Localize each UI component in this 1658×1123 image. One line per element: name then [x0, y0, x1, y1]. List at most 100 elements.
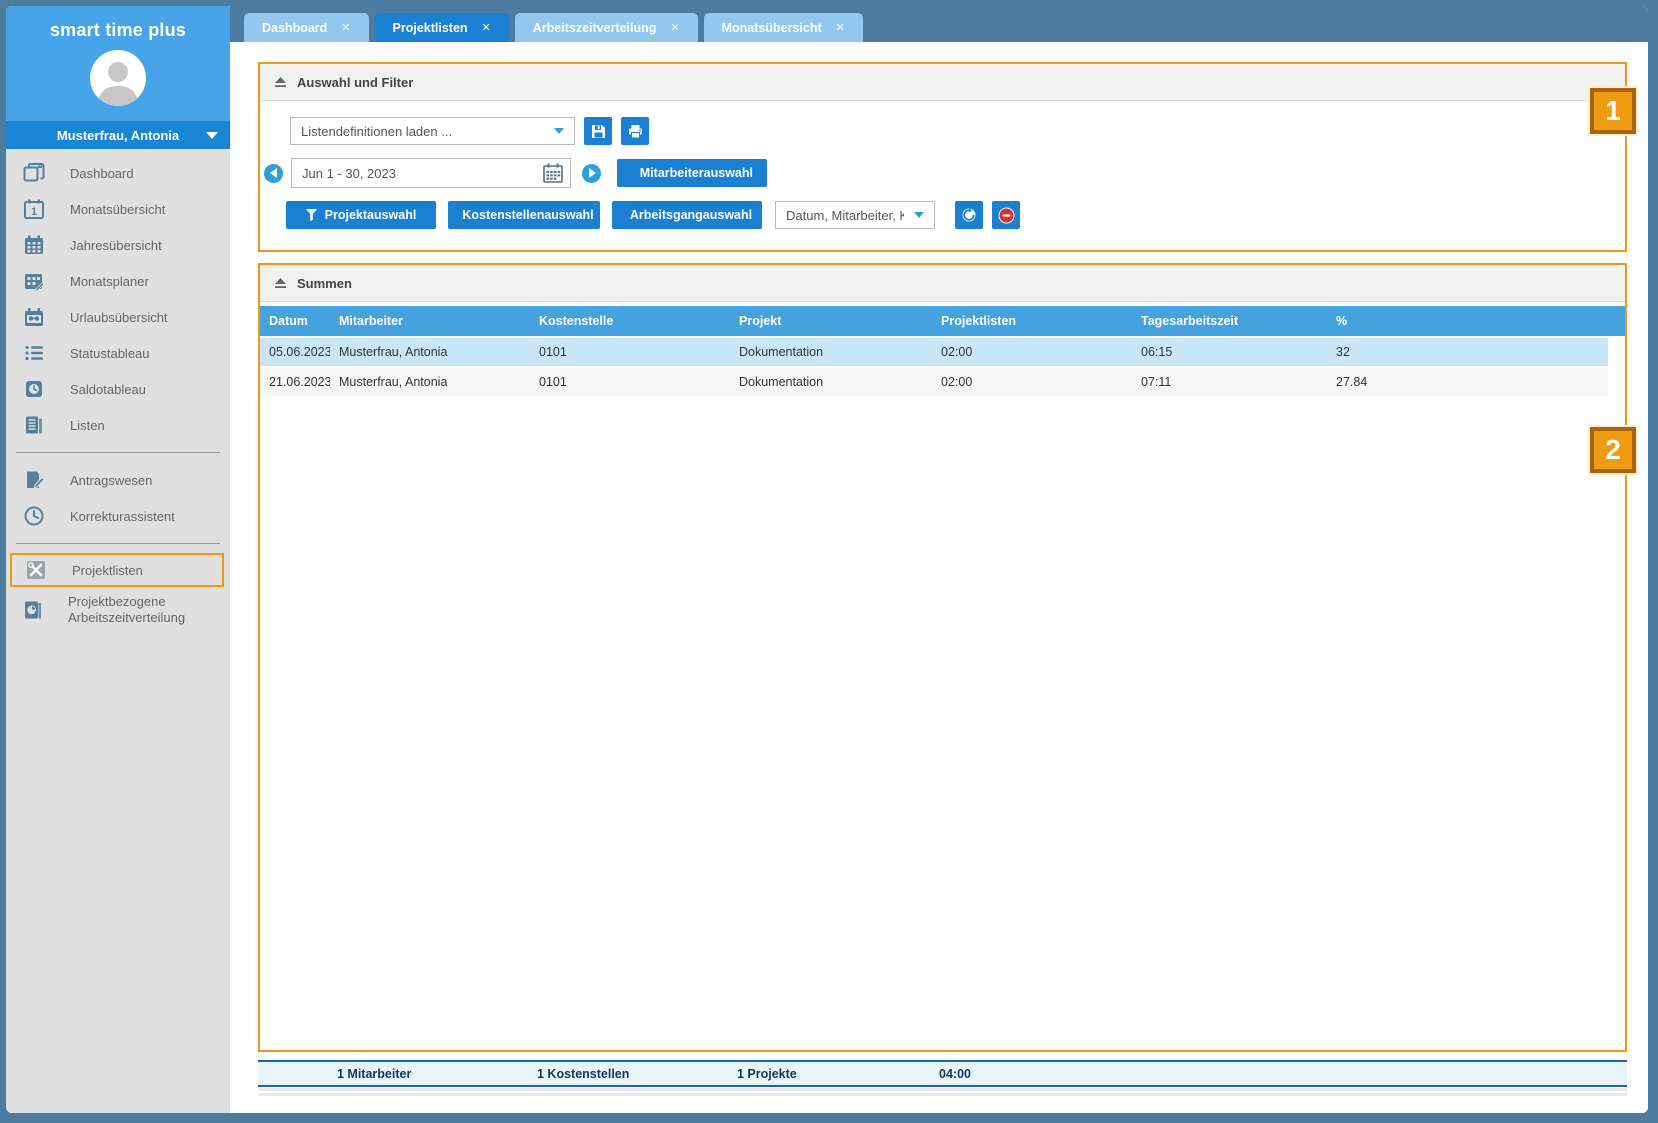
sort-select[interactable]: Datum, Mitarbeiter, K...	[775, 201, 935, 229]
sidebar-item-urlaubsuebersicht[interactable]: Urlaubsübersicht	[6, 299, 230, 335]
close-icon[interactable]: ✕	[341, 21, 350, 34]
chevron-down-icon	[914, 212, 924, 218]
svg-text:1: 1	[31, 206, 37, 218]
date-range-input[interactable]: Jun 1 - 30, 2023	[291, 158, 571, 188]
close-icon[interactable]: ✕	[670, 21, 679, 34]
column-header-projektlisten[interactable]: Projektlisten	[932, 314, 1132, 328]
sidebar-item-monatsuebersicht[interactable]: 1 Monatsübersicht	[6, 191, 230, 227]
calendar-icon[interactable]	[542, 162, 564, 184]
sidebar-item-listen[interactable]: Listen	[6, 407, 230, 443]
summary-projekte: 1 Projekte	[728, 1067, 930, 1081]
sidebar-item-korrekturassistent[interactable]: Korrekturassistent	[6, 498, 230, 534]
vacation-overview-icon	[22, 305, 46, 329]
tab-label: Arbeitszeitverteilung	[533, 21, 657, 35]
sidebar-item-label: Monatsübersicht	[70, 202, 165, 217]
user-menu[interactable]: Musterfrau, Antonia	[6, 121, 230, 149]
cell-percent: 27.84	[1327, 375, 1608, 389]
project-worktime-icon	[22, 598, 44, 622]
column-header-datum[interactable]: Datum	[260, 314, 330, 328]
requests-icon	[22, 468, 46, 492]
sidebar-item-statustableau[interactable]: Statustableau	[6, 335, 230, 371]
save-icon	[591, 124, 606, 139]
refresh-icon	[961, 207, 977, 223]
button-label: Projektauswahl	[325, 208, 417, 222]
print-button[interactable]	[621, 117, 649, 145]
sidebar-item-label: Antragswesen	[70, 473, 152, 488]
tab-dashboard[interactable]: Dashboard ✕	[244, 13, 369, 42]
refresh-button[interactable]	[955, 201, 983, 229]
kostenstellenauswahl-button[interactable]: Kostenstellenauswahl	[448, 201, 600, 229]
app-window: smart time plus Musterfrau, Antonia Dash…	[6, 6, 1648, 1113]
listendefinitionen-select[interactable]: Listendefinitionen laden ...	[290, 117, 575, 145]
year-overview-icon	[22, 233, 46, 257]
summen-panel: Summen Datum Mitarbeiter Kostenstelle Pr…	[258, 263, 1627, 1052]
close-icon[interactable]: ✕	[836, 21, 845, 34]
sidebar-item-label: Listen	[70, 418, 105, 433]
sidebar-item-label: Korrekturassistent	[70, 509, 175, 524]
arrow-left-icon	[270, 168, 277, 178]
main-area: Dashboard ✕ Projektlisten ✕ Arbeitszeitv…	[230, 6, 1648, 1113]
tab-bar: Dashboard ✕ Projektlisten ✕ Arbeitszeitv…	[230, 6, 1648, 42]
sidebar-item-antragswesen[interactable]: Antragswesen	[6, 462, 230, 498]
sidebar-item-projektlisten[interactable]: Projektlisten	[10, 553, 224, 587]
month-overview-icon: 1	[22, 197, 46, 221]
cell-kostenstelle: 0101	[530, 345, 730, 359]
table-row[interactable]: 05.06.2023 Musterfrau, Antonia 0101 Doku…	[260, 338, 1608, 366]
arrow-right-icon	[589, 168, 596, 178]
filter-icon	[306, 209, 317, 221]
summary-total-time: 04:00	[930, 1067, 1130, 1081]
summary-kostenstellen: 1 Kostenstellen	[528, 1067, 728, 1081]
tab-projektlisten[interactable]: Projektlisten ✕	[375, 13, 509, 42]
cell-projektlisten: 02:00	[932, 345, 1132, 359]
summen-panel-header[interactable]: Summen	[260, 265, 1625, 302]
table-row[interactable]: 21.06.2023 Musterfrau, Antonia 0101 Doku…	[260, 368, 1608, 396]
sidebar-item-label: Saldotableau	[70, 382, 146, 397]
tab-monatsuebersicht[interactable]: Monatsübersicht ✕	[704, 13, 863, 42]
correction-assistant-icon	[22, 504, 46, 528]
sidebar-item-monatsplaner[interactable]: Monatsplaner	[6, 263, 230, 299]
sidebar-item-label: Dashboard	[70, 166, 134, 181]
sidebar-divider	[16, 543, 220, 544]
sidebar-item-projektbezogene-arbeitszeitverteilung[interactable]: Projektbezogene Arbeitszeitverteilung	[6, 587, 230, 633]
close-icon[interactable]: ✕	[482, 21, 491, 34]
print-icon	[628, 124, 643, 139]
column-header-mitarbeiter[interactable]: Mitarbeiter	[330, 314, 530, 328]
collapse-icon[interactable]	[274, 77, 287, 88]
arbeitsgangauswahl-button[interactable]: Arbeitsgangauswahl	[612, 201, 762, 229]
annotation-badge-2: 2	[1590, 427, 1636, 473]
sidebar-item-label: Jahresübersicht	[70, 238, 162, 253]
annotation-badge-1: 1	[1590, 88, 1636, 134]
sidebar-header: smart time plus	[6, 6, 230, 121]
sidebar-item-label: Statustableau	[70, 346, 150, 361]
mitarbeiterauswahl-button[interactable]: Mitarbeiterauswahl	[617, 159, 767, 187]
cell-datum: 21.06.2023	[260, 375, 330, 389]
column-header-projekt[interactable]: Projekt	[730, 314, 932, 328]
button-label: Arbeitsgangauswahl	[630, 208, 752, 222]
column-header-percent[interactable]: %	[1327, 314, 1625, 328]
summen-table: Datum Mitarbeiter Kostenstelle Projekt P…	[260, 302, 1625, 396]
projektauswahl-button[interactable]: Projektauswahl	[286, 201, 436, 229]
cell-percent: 32	[1327, 345, 1608, 359]
saldo-tableau-icon	[22, 377, 46, 401]
save-button[interactable]	[584, 117, 612, 145]
sidebar-item-jahresuebersicht[interactable]: Jahresübersicht	[6, 227, 230, 263]
previous-period-button[interactable]	[264, 164, 283, 183]
next-period-button[interactable]	[582, 164, 601, 183]
sidebar-item-label: Monatsplaner	[70, 274, 149, 289]
column-header-tagesarbeitszeit[interactable]: Tagesarbeitszeit	[1132, 314, 1327, 328]
collapse-icon[interactable]	[274, 278, 287, 289]
user-silhouette-icon	[90, 50, 146, 106]
tab-label: Monatsübersicht	[722, 21, 822, 35]
column-header-kostenstelle[interactable]: Kostenstelle	[530, 314, 730, 328]
tab-arbeitszeitverteilung[interactable]: Arbeitszeitverteilung ✕	[515, 13, 698, 42]
summary-bar: 1 Mitarbeiter 1 Kostenstellen 1 Projekte…	[258, 1060, 1627, 1087]
status-tableau-icon	[22, 341, 46, 365]
dashboard-icon	[22, 161, 46, 185]
remove-filter-button[interactable]	[992, 201, 1020, 229]
sidebar-item-dashboard[interactable]: Dashboard	[6, 155, 230, 191]
month-planner-icon	[22, 269, 46, 293]
user-name: Musterfrau, Antonia	[57, 128, 179, 143]
cell-projektlisten: 02:00	[932, 375, 1132, 389]
sidebar-item-saldotableau[interactable]: Saldotableau	[6, 371, 230, 407]
filter-panel-header[interactable]: Auswahl und Filter	[260, 64, 1625, 101]
